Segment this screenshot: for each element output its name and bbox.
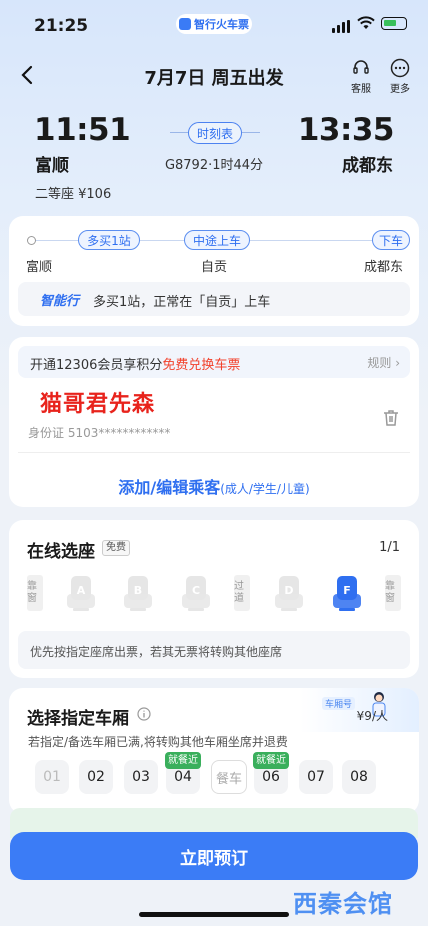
car-button-02[interactable]: 02 xyxy=(79,760,113,794)
departure-time: 11:51 xyxy=(34,112,131,148)
book-now-button[interactable]: 立即预订 xyxy=(10,832,418,880)
customer-service-button[interactable]: 客服 xyxy=(343,58,379,95)
membership-label: 开通12306会员享积分 xyxy=(30,358,163,373)
car-button-01[interactable]: 01 xyxy=(35,760,69,794)
seat-letter-a: A xyxy=(76,584,86,597)
smart-travel-text: 多买1站，正常在「自贡」上车 xyxy=(93,295,271,310)
seat-count: 1/1 xyxy=(379,540,400,555)
more-dots-icon xyxy=(390,58,410,78)
seat-note: 优先按指定座席出票，若其无票将转购其他座席 xyxy=(30,645,283,659)
passenger-divider xyxy=(18,452,410,453)
seat-selection-title: 在线选座 xyxy=(27,542,95,562)
add-edit-passenger-button[interactable]: 添加/编辑乘客(成人/学生/儿童) xyxy=(0,474,428,498)
info-icon[interactable] xyxy=(137,707,151,721)
buy-more-station-tag: 多买1站 xyxy=(78,230,140,250)
car-number-ad-tag: 车厢号 xyxy=(322,697,356,710)
car-button-07[interactable]: 07 xyxy=(299,760,333,794)
timetable-button[interactable]: 时刻表 xyxy=(188,122,242,144)
passenger-name: 猫哥君先森 xyxy=(40,391,156,417)
car-price: ¥9/人 xyxy=(356,709,388,723)
add-passenger-label: 添加/编辑乘客 xyxy=(118,478,221,497)
passenger-id: 身份证 5103************ xyxy=(28,426,171,440)
home-indicator xyxy=(139,912,289,917)
timetable-line-right xyxy=(242,132,260,133)
battery-icon xyxy=(381,17,407,30)
app-logo-icon xyxy=(179,18,191,30)
window-label-left: 靠窗 xyxy=(27,575,43,611)
cellular-signal-icon xyxy=(332,20,350,33)
car-hint: 若指定/备选车厢已满,将转购其他车厢坐席并退费 xyxy=(28,735,288,749)
alight-tag: 下车 xyxy=(372,230,410,250)
more-button[interactable]: 更多 xyxy=(382,58,418,95)
window-label-right: 靠窗 xyxy=(385,575,401,611)
free-exchange-highlight: 免费兑换车票 xyxy=(162,358,241,373)
seat-letter-b: B xyxy=(133,584,143,597)
app-name-pill: 智行火车票 xyxy=(176,14,252,34)
route-station-end: 成都东 xyxy=(364,260,404,275)
add-passenger-types: (成人/学生/儿童) xyxy=(220,482,310,496)
route-station-mid: 自贡 xyxy=(201,260,228,275)
seat-letter-f: F xyxy=(343,584,351,597)
arrival-time: 13:35 xyxy=(297,112,395,148)
seat-letter-c: C xyxy=(191,584,201,597)
headset-icon xyxy=(353,60,369,74)
board-midway-tag: 中途上车 xyxy=(184,230,250,250)
car-button-03[interactable]: 03 xyxy=(124,760,158,794)
dining-car-button[interactable]: 餐车 xyxy=(211,760,247,794)
membership-text: 开通12306会员享积分免费兑换车票 xyxy=(30,354,240,373)
app-name: 智行火车票 xyxy=(194,18,249,31)
delete-trash-icon[interactable] xyxy=(381,408,401,428)
near-dining-badge: 就餐近 xyxy=(165,752,201,769)
more-label: 更多 xyxy=(390,84,410,95)
status-time: 21:25 xyxy=(34,16,89,36)
smart-travel-logo: 智能行 xyxy=(40,294,80,309)
near-dining-badge: 就餐近 xyxy=(253,752,289,769)
seat-letter-d: D xyxy=(284,584,294,597)
watermark-text: 西秦会馆 xyxy=(293,890,393,918)
seat-class-price: 二等座 ¥106 xyxy=(35,187,112,202)
timetable-line-left xyxy=(170,132,188,133)
route-start-dot xyxy=(27,236,36,245)
car-button-08[interactable]: 08 xyxy=(342,760,376,794)
rules-link[interactable]: 规则 › xyxy=(367,354,400,371)
train-number-duration: G8792·1时44分 xyxy=(164,158,264,173)
aisle-label: 过道 xyxy=(234,575,250,611)
free-badge: 免费 xyxy=(102,540,130,556)
route-station-start: 富顺 xyxy=(26,260,53,275)
car-selection-title: 选择指定车厢 xyxy=(27,709,129,729)
wifi-icon xyxy=(357,16,375,29)
customer-service-label: 客服 xyxy=(351,84,371,95)
